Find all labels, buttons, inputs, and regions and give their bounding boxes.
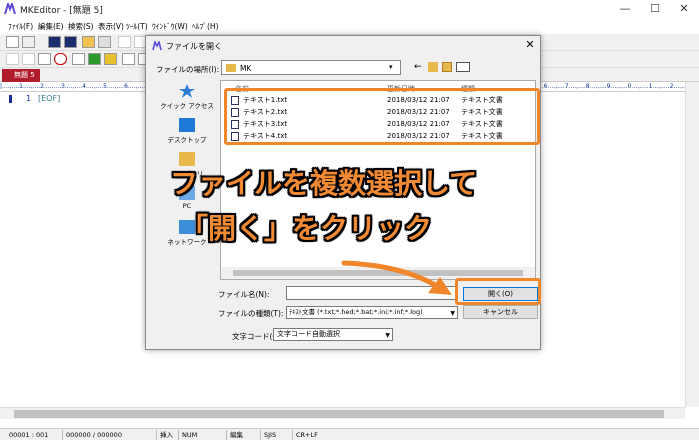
close-button[interactable]: ✕ (669, 0, 699, 18)
folder-icon (226, 64, 236, 72)
minimize-button[interactable]: — (610, 0, 640, 18)
document-tab[interactable]: 無題 5 (2, 69, 40, 82)
open-button-highlight (455, 278, 541, 305)
filename-label: ファイル名(N): (218, 290, 270, 299)
filetype-value: ﾃｷｽﾄ文書 (*.txt;*.hed;*.bat;*.ini;*.inf;*.… (289, 308, 423, 316)
scrollbar-thumb[interactable] (14, 410, 664, 418)
vertical-scrollbar[interactable] (685, 82, 699, 407)
open-file-icon[interactable] (22, 36, 35, 48)
folder-icon[interactable] (82, 36, 95, 48)
status-bar: 00001 : 001 000000 / 000000 挿入 NUM 編集 SJ… (0, 428, 699, 440)
cancel-button[interactable]: キャンセル (463, 305, 538, 319)
print-icon[interactable] (98, 36, 111, 48)
place-quick-access[interactable]: クイック アクセス (154, 84, 220, 110)
menu-bar: ﾌｧｲﾙ(F) 編集(E) 検索(S) 表示(V) ﾂｰﾙ(T) ｳｲﾝﾄﾞｳ(… (0, 18, 699, 34)
window-title: MKEditor - [無題 5] (20, 6, 103, 16)
maximize-button[interactable]: ☐ (640, 0, 670, 18)
lookin-dropdown[interactable]: MK ▾ (221, 60, 401, 75)
menu-file[interactable]: ﾌｧｲﾙ(F) (8, 21, 33, 32)
chevron-down-icon: ▾ (389, 63, 393, 71)
annotation-line-1: ファイルを複数選択して (170, 167, 478, 200)
menu-search[interactable]: 検索(S) (68, 21, 94, 32)
replace-icon[interactable] (104, 53, 117, 65)
back-arrow-icon[interactable]: ← (414, 62, 424, 72)
menu-view[interactable]: 表示(V) (98, 21, 124, 32)
filetype-dropdown[interactable]: ﾃｷｽﾄ文書 (*.txt;*.hed;*.bat;*.ini;*.inf;*.… (286, 306, 458, 319)
place-desktop[interactable]: デスクトップ (154, 118, 220, 144)
stop-icon[interactable] (54, 53, 67, 65)
menu-edit[interactable]: 編集(E) (38, 21, 64, 32)
cut-icon[interactable] (6, 53, 19, 65)
dialog-close-button[interactable]: ✕ (522, 38, 538, 52)
desktop-icon (179, 118, 195, 132)
annotation-line-2: 「開く」をクリック (180, 212, 433, 245)
document-tab-label: 無題 5 (14, 71, 35, 79)
encoding-value: 文字コード自動選択 (277, 330, 340, 338)
star-icon (179, 84, 195, 98)
new-file-icon[interactable] (6, 36, 19, 48)
encoding-dropdown[interactable]: 文字コード自動選択 ▼ (273, 328, 393, 341)
status-encoding: SJIS (260, 430, 279, 440)
up-folder-icon[interactable] (428, 62, 438, 72)
status-count: 000000 / 000000 (62, 430, 125, 440)
new-folder-icon[interactable] (442, 62, 452, 72)
arrow-icon (341, 260, 452, 295)
status-position: 00001 : 001 (9, 431, 49, 439)
copy-icon[interactable] (22, 53, 35, 65)
menu-help[interactable]: ﾍﾙﾌﾟ(H) (192, 21, 219, 32)
chevron-down-icon: ▼ (385, 332, 390, 339)
horizontal-scrollbar[interactable] (0, 407, 685, 419)
pen-icon[interactable] (88, 53, 101, 65)
app-logo-icon (4, 3, 16, 15)
status-mode: 編集 (226, 430, 246, 440)
save-icon[interactable] (48, 36, 61, 48)
paste-icon[interactable] (38, 53, 51, 65)
line-number: 1 (26, 94, 32, 103)
menu-tools[interactable]: ﾂｰﾙ(T) (126, 21, 148, 32)
status-newline: CR+LF (292, 430, 321, 440)
lookin-value: MK (240, 64, 252, 73)
eof-marker: [EOF] (38, 94, 61, 103)
find-icon[interactable] (72, 53, 85, 65)
lookin-label: ファイルの場所(I): (156, 65, 220, 74)
status-insert: 挿入 (156, 430, 176, 440)
title-bar: MKEditor - [無題 5] — ☐ ✕ (0, 0, 699, 18)
grid-icon[interactable] (122, 53, 135, 65)
place-label: デスクトップ (167, 136, 207, 144)
view-menu-icon[interactable] (456, 62, 470, 72)
place-label: クイック アクセス (160, 102, 214, 110)
menu-window[interactable]: ｳｲﾝﾄﾞｳ(W) (152, 21, 188, 32)
line-marker (9, 95, 12, 103)
save-as-icon[interactable] (64, 36, 77, 48)
status-numlock: NUM (178, 430, 200, 440)
chevron-down-icon: ▼ (450, 310, 455, 317)
filetype-label: ファイルの種類(T): (218, 309, 284, 318)
file-selection-highlight (224, 88, 540, 145)
dialog-title: ファイルを開く (166, 42, 222, 51)
undo-icon[interactable] (118, 36, 131, 48)
dialog-app-icon (152, 41, 162, 51)
